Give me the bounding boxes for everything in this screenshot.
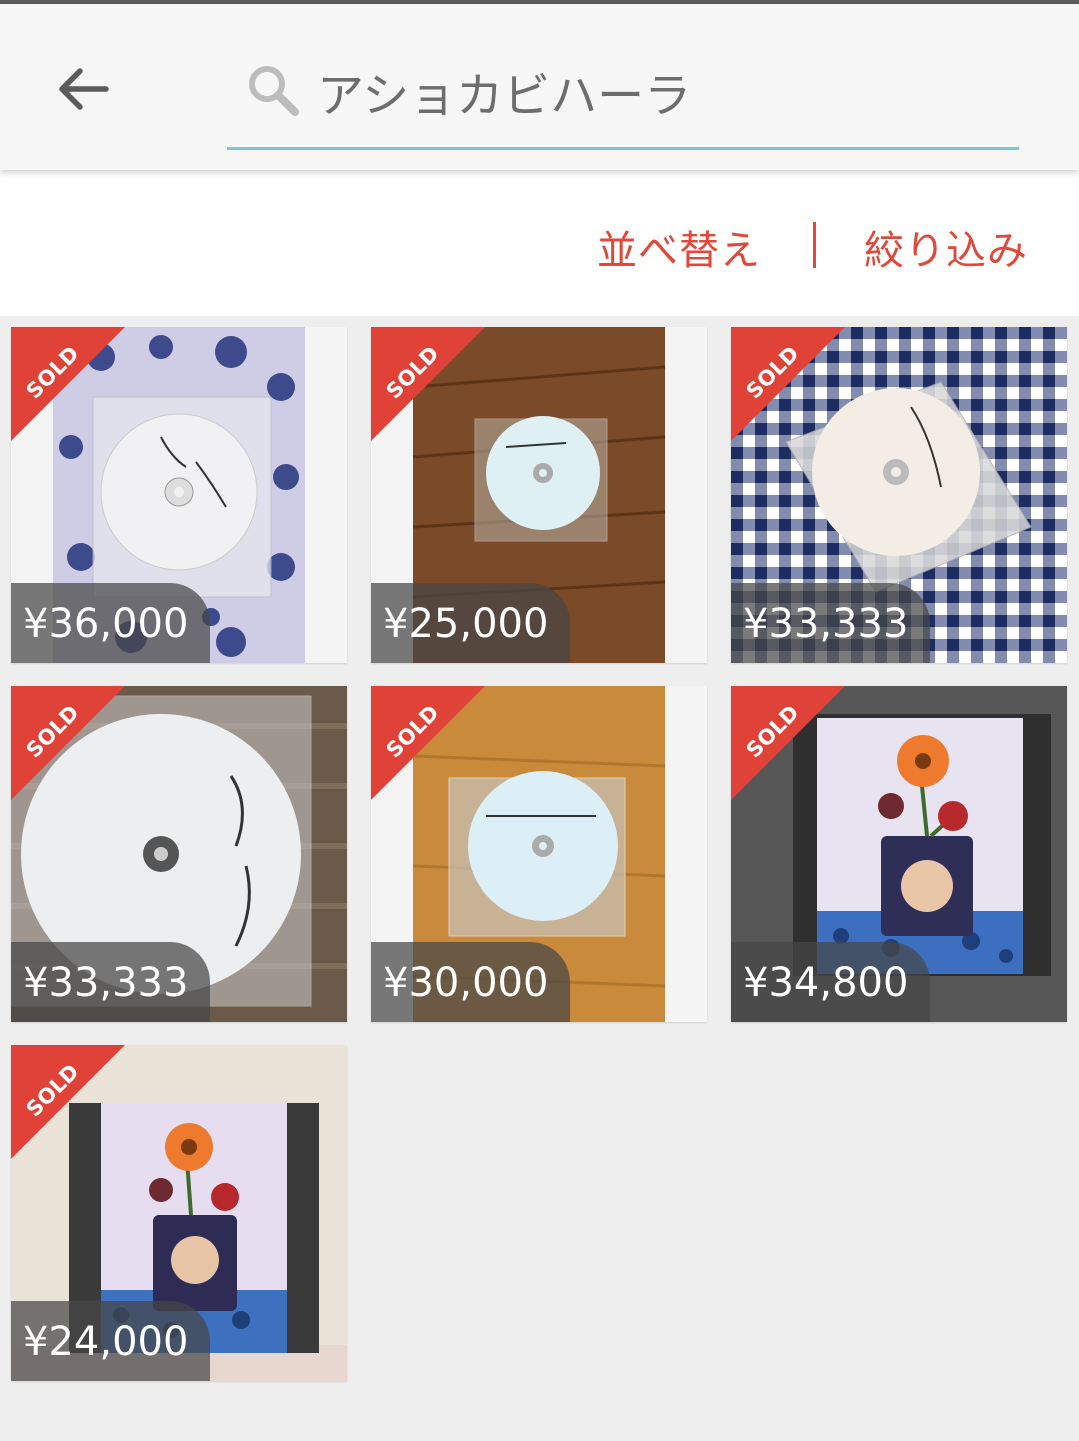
product-tile[interactable]: SOLD ¥33,333 bbox=[11, 686, 347, 1022]
price-label: ¥30,000 bbox=[371, 942, 571, 1022]
product-tile[interactable]: SOLD ¥25,000 bbox=[371, 327, 707, 663]
price-label: ¥36,000 bbox=[11, 583, 211, 663]
sold-ribbon: SOLD bbox=[11, 1045, 125, 1159]
toolbar-divider bbox=[813, 222, 816, 268]
sold-ribbon: SOLD bbox=[731, 686, 845, 800]
product-tile[interactable]: SOLD ¥36,000 bbox=[11, 327, 347, 663]
sold-ribbon: SOLD bbox=[731, 327, 845, 441]
search-bar[interactable] bbox=[227, 44, 1019, 150]
product-tile[interactable]: SOLD ¥34,800 bbox=[731, 686, 1067, 1022]
arrow-left-icon bbox=[59, 68, 109, 110]
price-label: ¥34,800 bbox=[731, 942, 931, 1022]
filter-button[interactable]: 絞り込み bbox=[864, 218, 1028, 276]
search-header bbox=[0, 4, 1079, 170]
sold-ribbon: SOLD bbox=[371, 686, 485, 800]
search-icon bbox=[249, 66, 299, 116]
price-label: ¥33,333 bbox=[11, 942, 211, 1022]
back-button[interactable] bbox=[52, 59, 112, 119]
product-tile[interactable]: SOLD ¥24,000 bbox=[11, 1045, 347, 1381]
price-label: ¥24,000 bbox=[11, 1301, 211, 1381]
sort-button[interactable]: 並べ替え bbox=[597, 218, 761, 276]
search-input[interactable] bbox=[317, 56, 997, 126]
product-tile[interactable]: SOLD ¥30,000 bbox=[371, 686, 707, 1022]
sold-ribbon: SOLD bbox=[11, 327, 125, 441]
search-underline bbox=[227, 147, 1019, 150]
sold-ribbon: SOLD bbox=[371, 327, 485, 441]
price-label: ¥33,333 bbox=[731, 583, 931, 663]
sort-filter-bar: 並べ替え 絞り込み bbox=[0, 170, 1079, 316]
sold-ribbon: SOLD bbox=[11, 686, 125, 800]
price-label: ¥25,000 bbox=[371, 583, 571, 663]
product-tile[interactable]: SOLD ¥33,333 bbox=[731, 327, 1067, 663]
